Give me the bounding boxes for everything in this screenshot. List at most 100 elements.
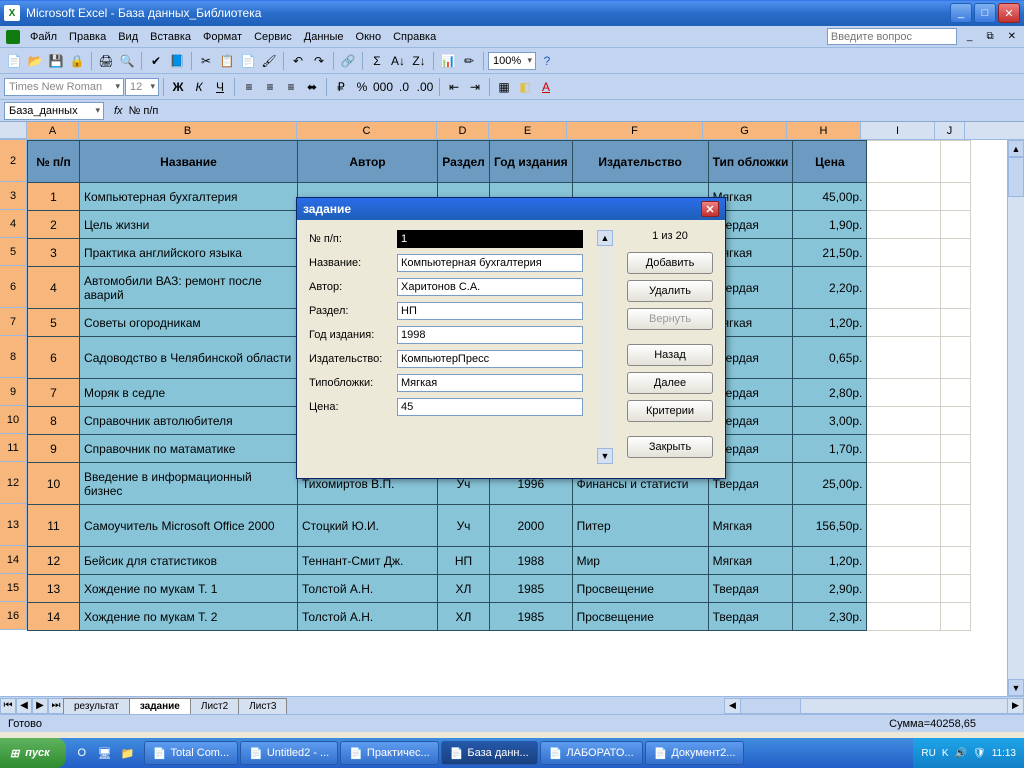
- percent-icon[interactable]: %: [352, 77, 372, 97]
- cell[interactable]: НП: [438, 547, 490, 575]
- cell[interactable]: 1: [28, 183, 80, 211]
- cell[interactable]: 2,90р.: [793, 575, 867, 603]
- new-icon[interactable]: 📄: [4, 51, 24, 71]
- cell[interactable]: 13: [28, 575, 80, 603]
- cut-icon[interactable]: ✂: [196, 51, 216, 71]
- formula-input[interactable]: № п/п: [129, 105, 1020, 117]
- hscroll-left-icon[interactable]: ◀: [725, 699, 741, 713]
- open-icon[interactable]: 📂: [25, 51, 45, 71]
- tab-prev-icon[interactable]: ◀: [16, 698, 32, 714]
- cell[interactable]: Практика английского языка: [80, 239, 298, 267]
- menu-window[interactable]: Окно: [350, 28, 388, 46]
- table-header[interactable]: Автор: [298, 141, 438, 183]
- doc-restore-button[interactable]: ⧉: [982, 31, 997, 42]
- field-input[interactable]: НП: [397, 302, 583, 320]
- cell[interactable]: 25,00р.: [793, 463, 867, 505]
- cell[interactable]: 9: [28, 435, 80, 463]
- field-input[interactable]: Харитонов С.А.: [397, 278, 583, 296]
- tray-lang[interactable]: RU: [921, 748, 935, 759]
- menu-edit[interactable]: Правка: [63, 28, 112, 46]
- cell[interactable]: Твердая: [708, 603, 793, 631]
- zoom-combo[interactable]: 100%: [488, 52, 536, 70]
- row-header[interactable]: 12: [0, 462, 27, 504]
- cell[interactable]: Справочник автолюбителя: [80, 407, 298, 435]
- cell[interactable]: 10: [28, 463, 80, 505]
- menu-tools[interactable]: Сервис: [248, 28, 298, 46]
- sheet-tab[interactable]: Лист2: [190, 698, 239, 714]
- cell[interactable]: 4: [28, 267, 80, 309]
- permissions-icon[interactable]: 🔒: [67, 51, 87, 71]
- quicklaunch-opera-icon[interactable]: O: [72, 743, 92, 763]
- table-header[interactable]: Год издания: [490, 141, 573, 183]
- cell[interactable]: 2: [28, 211, 80, 239]
- dialog-button[interactable]: Критерии: [627, 400, 713, 422]
- cell[interactable]: 1985: [490, 603, 573, 631]
- row-header[interactable]: 10: [0, 406, 27, 434]
- cell[interactable]: 12: [28, 547, 80, 575]
- col-header-G[interactable]: G: [703, 122, 787, 139]
- field-input[interactable]: 1: [397, 230, 583, 248]
- cell[interactable]: 45,00р.: [793, 183, 867, 211]
- dialog-button[interactable]: Назад: [627, 344, 713, 366]
- undo-icon[interactable]: ↶: [288, 51, 308, 71]
- bold-icon[interactable]: Ж: [168, 77, 188, 97]
- inc-decimal-icon[interactable]: .0: [394, 77, 414, 97]
- cell[interactable]: 11: [28, 505, 80, 547]
- cell[interactable]: Цель жизни: [80, 211, 298, 239]
- italic-icon[interactable]: К: [189, 77, 209, 97]
- field-input[interactable]: 1998: [397, 326, 583, 344]
- cell[interactable]: Садоводство в Челябинской области: [80, 337, 298, 379]
- cell[interactable]: ХЛ: [438, 575, 490, 603]
- comma-icon[interactable]: 000: [373, 77, 393, 97]
- cell[interactable]: 156,50р.: [793, 505, 867, 547]
- restore-button[interactable]: □: [974, 3, 996, 23]
- cell[interactable]: Уч: [438, 505, 490, 547]
- cell[interactable]: 2000: [490, 505, 573, 547]
- format-painter-icon[interactable]: 🖌: [259, 51, 279, 71]
- cell[interactable]: 3: [28, 239, 80, 267]
- row-header[interactable]: 7: [0, 308, 27, 336]
- cell[interactable]: Бейсик для статистиков: [80, 547, 298, 575]
- hscroll-right-icon[interactable]: ▶: [1007, 699, 1023, 713]
- row-header[interactable]: 11: [0, 434, 27, 462]
- cell[interactable]: Толстой А.Н.: [298, 575, 438, 603]
- cell[interactable]: Самоучитель Microsoft Office 2000: [80, 505, 298, 547]
- dialog-button[interactable]: Закрыть: [627, 436, 713, 458]
- cell[interactable]: 1,90р.: [793, 211, 867, 239]
- sort-asc-icon[interactable]: A↓: [388, 51, 408, 71]
- autosum-icon[interactable]: Σ: [367, 51, 387, 71]
- spellcheck-icon[interactable]: ✔: [146, 51, 166, 71]
- copy-icon[interactable]: 📋: [217, 51, 237, 71]
- align-right-icon[interactable]: ≡: [281, 77, 301, 97]
- row-header[interactable]: 3: [0, 182, 27, 210]
- help-icon[interactable]: ?: [537, 51, 557, 71]
- print-icon[interactable]: 🖨: [96, 51, 116, 71]
- cell[interactable]: 0,65р.: [793, 337, 867, 379]
- menu-help[interactable]: Справка: [387, 28, 442, 46]
- name-box[interactable]: База_данных: [4, 102, 104, 120]
- tray-kaspersky-icon[interactable]: K: [942, 748, 949, 759]
- cell[interactable]: Мир: [572, 547, 708, 575]
- cell[interactable]: Справочник по матаматике: [80, 435, 298, 463]
- hscroll-track[interactable]: [801, 699, 1007, 713]
- cell[interactable]: Моряк в седле: [80, 379, 298, 407]
- tray-clock[interactable]: 11:13: [992, 748, 1016, 759]
- tab-next-icon[interactable]: ▶: [32, 698, 48, 714]
- minimize-button[interactable]: _: [950, 3, 972, 23]
- cell[interactable]: 21,50р.: [793, 239, 867, 267]
- font-size-combo[interactable]: 12: [125, 78, 159, 96]
- font-name-combo[interactable]: Times New Roman: [4, 78, 124, 96]
- col-header-A[interactable]: A: [27, 122, 79, 139]
- cell[interactable]: 7: [28, 379, 80, 407]
- col-header-I[interactable]: I: [861, 122, 935, 139]
- redo-icon[interactable]: ↷: [309, 51, 329, 71]
- tab-first-icon[interactable]: ⏮: [0, 698, 16, 714]
- taskbar-app[interactable]: 📄Total Com...: [144, 741, 238, 765]
- chart-icon[interactable]: 📊: [438, 51, 458, 71]
- cell[interactable]: 2,80р.: [793, 379, 867, 407]
- doc-close-button[interactable]: ✕: [1004, 31, 1020, 42]
- research-icon[interactable]: 📘: [167, 51, 187, 71]
- dialog-titlebar[interactable]: задание ✕: [297, 198, 725, 220]
- cell[interactable]: 2,30р.: [793, 603, 867, 631]
- dialog-button[interactable]: Удалить: [627, 280, 713, 302]
